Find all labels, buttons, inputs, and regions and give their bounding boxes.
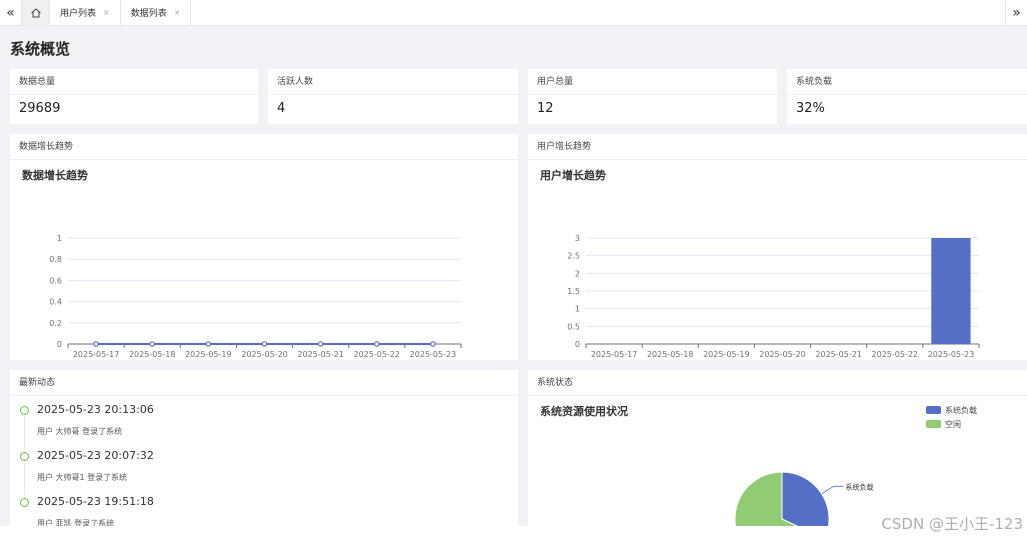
stat-value: 12 [537, 101, 554, 116]
timeline-line [24, 462, 25, 495]
x-tick-label: 2025-05-22 [354, 350, 401, 359]
x-tick-label: 2025-05-21 [815, 350, 862, 359]
stat-card-system-load: 系统负载 32% [787, 69, 1027, 124]
y-tick-label: 1.5 [567, 287, 580, 296]
user-trend-card: 用户增长趋势 用户增长趋势 0 0.5 1 1.5 2 2.5 3 2025-05-17 202… [528, 134, 1027, 360]
pie-slice [781, 471, 830, 526]
y-tick-label: 2 [575, 269, 580, 278]
close-icon[interactable]: × [174, 8, 181, 17]
x-tick-label: 2025-05-20 [241, 350, 288, 359]
stat-card-data-total: 数据总量 29689 [10, 69, 258, 124]
data-trend-card: 数据增长趋势 数据增长趋势 0 0.2 0.4 0.6 0.8 1 2025-05-17 20… [10, 134, 518, 360]
x-tick-label: 2025-05-19 [703, 350, 750, 359]
tab-label: 数据列表 [130, 9, 167, 19]
tab-user-list[interactable]: 用户列表 × [50, 0, 121, 25]
y-tick-label: 0.8 [49, 255, 62, 264]
timeline-text: 用户 菲凯 登录了系统 [37, 519, 115, 526]
card-header: 用户增长趋势 [528, 134, 1027, 160]
timeline-time: 2025-05-23 20:07:32 [37, 449, 154, 462]
timeline-item: 2025-05-23 19:51:18 用户 菲凯 登录了系统 [18, 495, 154, 526]
activity-timeline: 2025-05-23 20:13:06 用户 大帅哥 登录了系统 2025-05… [18, 403, 154, 526]
data-point [93, 341, 99, 347]
stat-value: 4 [277, 101, 286, 116]
user-trend-bar-chart: 0 0.5 1 1.5 2 2.5 3 2025-05-17 2025-05-18 2025-05… [567, 234, 980, 359]
card-header: 数据增长趋势 [10, 134, 518, 160]
watermark: CSDN @王小王-123 [881, 515, 1023, 533]
timeline-time: 2025-05-23 20:13:06 [37, 403, 154, 416]
y-tick-label: 1 [575, 305, 580, 314]
stat-label: 用户总量 [528, 69, 777, 95]
system-status-card: 系统状态 系统资源使用状况 系统负载 空闲 系统负载空闲 [528, 370, 1027, 526]
tab-data-list[interactable]: 数据列表 × [121, 0, 192, 25]
y-tick-label: 1 [57, 234, 62, 243]
x-tick-label: 2025-05-18 [129, 350, 176, 359]
x-tick-label: 2025-05-20 [759, 350, 806, 359]
x-tick-label: 2025-05-22 [872, 350, 919, 359]
data-point [430, 341, 436, 347]
tab-bar: « 用户列表 × 数据列表 × » [0, 0, 1027, 26]
x-tick-label: 2025-05-23 [928, 350, 975, 359]
bottom-strip [0, 526, 1027, 542]
main-content: 系统概览 数据总量 29689 活跃人数 4 用户总量 12 系统负载 32% … [0, 26, 1027, 526]
timeline-item: 2025-05-23 20:07:32 用户 大帅哥1 登录了系统 [18, 449, 154, 495]
pie-label-line [821, 485, 844, 495]
timeline-dot [20, 452, 29, 461]
stat-value: 32% [796, 101, 825, 116]
stat-value: 29689 [19, 101, 61, 116]
y-tick-label: 3 [575, 234, 580, 243]
x-tick-label: 2025-05-17 [591, 350, 638, 359]
expand-tabs-button[interactable]: » [1005, 0, 1027, 26]
x-tick-label: 2025-05-18 [647, 350, 694, 359]
data-point [317, 341, 324, 347]
double-chevron-left-icon: « [6, 4, 15, 21]
pie-slice-label: 系统负载 [846, 482, 874, 491]
timeline-text: 用户 大帅哥1 登录了系统 [37, 473, 128, 482]
data-trend-line-chart: 0 0.2 0.4 0.6 0.8 1 2025-05-17 2025-05-18 2025-0… [49, 234, 462, 359]
stat-label: 数据总量 [10, 69, 258, 95]
stat-label: 系统负载 [787, 69, 1027, 95]
tab-home[interactable] [22, 0, 50, 25]
home-icon [30, 7, 41, 17]
y-tick-label: 0 [575, 340, 580, 349]
y-tick-label: 0.5 [567, 322, 580, 331]
x-tick-label: 2025-05-21 [297, 350, 344, 359]
double-chevron-right-icon: » [1012, 5, 1021, 21]
bar [931, 238, 971, 344]
timeline-dot [20, 498, 29, 507]
timeline-dot [20, 406, 29, 415]
x-tick-label: 2025-05-23 [410, 350, 457, 359]
card-header: 系统状态 [528, 370, 1027, 396]
stat-card-user-total: 用户总量 12 [528, 69, 777, 124]
y-tick-label: 0.2 [49, 319, 62, 328]
data-point [373, 341, 380, 347]
x-tick-label: 2025-05-19 [185, 350, 232, 359]
card-header: 最新动态 [10, 370, 518, 396]
data-point [261, 341, 268, 347]
y-tick-label: 0 [57, 340, 62, 349]
timeline-line [24, 416, 25, 449]
collapse-tabs-button[interactable]: « [0, 0, 22, 25]
x-tick-label: 2025-05-17 [73, 350, 120, 359]
y-tick-label: 2.5 [567, 252, 580, 261]
tab-label: 用户列表 [60, 9, 97, 19]
data-point [205, 341, 212, 347]
close-icon[interactable]: × [103, 8, 110, 17]
page-title: 系统概览 [10, 40, 71, 58]
stat-card-active-users: 活跃人数 4 [268, 69, 518, 124]
y-tick-label: 0.4 [49, 298, 62, 307]
stat-label: 活跃人数 [268, 69, 518, 95]
timeline-text: 用户 大帅哥 登录了系统 [37, 427, 123, 436]
resource-pie-chart: 系统负载空闲 [734, 471, 874, 526]
timeline-item: 2025-05-23 20:13:06 用户 大帅哥 登录了系统 [18, 403, 154, 449]
timeline-time: 2025-05-23 19:51:18 [37, 495, 154, 508]
activity-card: 最新动态 2025-05-23 20:13:06 用户 大帅哥 登录了系统 20… [10, 370, 518, 526]
y-tick-label: 0.6 [49, 276, 62, 285]
data-point [149, 341, 156, 347]
